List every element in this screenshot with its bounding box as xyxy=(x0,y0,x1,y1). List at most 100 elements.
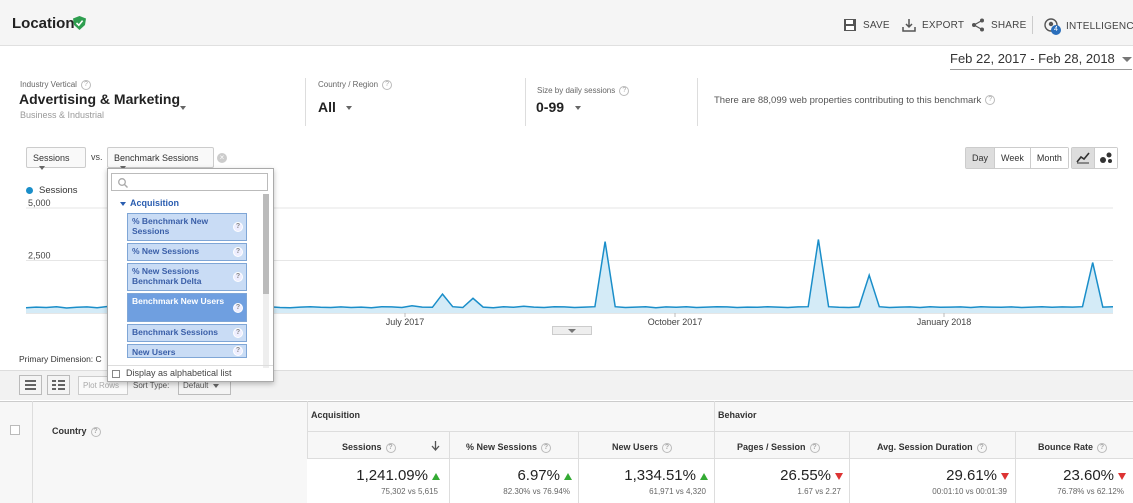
export-label: EXPORT xyxy=(922,19,965,31)
size-value[interactable]: 0-99 xyxy=(536,99,564,115)
new-users-column-header[interactable]: New Users? xyxy=(612,442,673,453)
comparison-view-button[interactable] xyxy=(47,375,70,395)
line-chart-button[interactable] xyxy=(1072,148,1095,168)
help-icon[interactable]: ? xyxy=(233,328,243,338)
pages-per-session-column-header[interactable]: Pages / Session? xyxy=(737,442,820,453)
share-button[interactable]: SHARE xyxy=(971,18,1026,32)
chevron-down-icon xyxy=(213,384,220,388)
metric-option-selected[interactable]: Benchmark New Users? xyxy=(127,293,247,322)
total-value: 26.55% xyxy=(780,467,843,484)
day-button[interactable]: Day xyxy=(966,148,996,168)
total-value: 23.60% xyxy=(1063,467,1126,484)
help-icon[interactable]: ? xyxy=(233,247,243,257)
bounce-rate-column-header[interactable]: Bounce Rate? xyxy=(1038,442,1108,453)
total-value: 1,241.09% xyxy=(356,467,440,484)
acquisition-category[interactable]: Acquisition xyxy=(120,198,179,208)
date-range-picker[interactable]: Feb 22, 2017 - Feb 28, 2018 xyxy=(950,51,1132,70)
motion-chart-button[interactable] xyxy=(1095,148,1117,168)
total-comparison: 1.67 vs 2.27 xyxy=(797,487,841,496)
help-icon[interactable]: ? xyxy=(382,80,393,90)
dropdown-scroll-thumb[interactable] xyxy=(263,194,269,294)
comparison-icon xyxy=(52,380,65,390)
help-icon[interactable]: ? xyxy=(976,442,987,453)
metric-option[interactable]: % New Sessions Benchmark Delta? xyxy=(127,263,247,291)
trend-down-icon xyxy=(835,472,843,480)
total-value: 1,334.51% xyxy=(624,467,708,484)
divider xyxy=(714,458,715,503)
help-icon[interactable]: ? xyxy=(233,346,243,356)
intelligence-label: INTELLIGENCE xyxy=(1066,20,1133,32)
chevron-down-icon xyxy=(1121,57,1132,63)
help-icon[interactable]: ? xyxy=(385,442,396,453)
metric-option[interactable]: New Users? xyxy=(127,344,247,358)
help-icon[interactable]: ? xyxy=(619,86,630,96)
week-button[interactable]: Week xyxy=(995,148,1031,168)
select-all-checkbox[interactable] xyxy=(10,425,20,435)
country-label: Country / Region? xyxy=(318,80,393,90)
save-button[interactable]: SAVE xyxy=(843,18,890,32)
total-value: 29.61% xyxy=(946,467,1009,484)
x-tick-label: July 2017 xyxy=(386,317,425,327)
intelligence-badge: 4 xyxy=(1051,25,1061,35)
size-dropdown-icon[interactable] xyxy=(575,106,581,110)
intelligence-button[interactable]: 4 INTELLIGENCE xyxy=(1044,18,1133,35)
country-dropdown-icon[interactable] xyxy=(346,106,352,110)
alphabetical-toggle[interactable]: Display as alphabetical list xyxy=(108,365,273,381)
help-icon[interactable]: ? xyxy=(809,442,820,453)
x-tick-label: October 2017 xyxy=(648,317,703,327)
month-button[interactable]: Month xyxy=(1030,148,1068,168)
trend-up-icon xyxy=(700,472,708,480)
share-label: SHARE xyxy=(991,19,1027,31)
toolbar-divider xyxy=(1032,16,1033,34)
help-icon[interactable]: ? xyxy=(233,222,243,232)
help-icon[interactable]: ? xyxy=(662,442,673,453)
total-comparison: 00:01:10 vs 00:01:39 xyxy=(932,487,1007,496)
save-label: SAVE xyxy=(863,19,890,31)
metric1-select[interactable]: Sessions xyxy=(26,147,86,170)
table-view-button[interactable] xyxy=(19,375,42,395)
help-icon[interactable]: ? xyxy=(233,272,243,282)
export-icon xyxy=(902,19,916,32)
alphabetical-checkbox[interactable] xyxy=(112,369,120,378)
divider xyxy=(849,458,850,503)
country-value[interactable]: All xyxy=(318,99,336,115)
sort-descending-icon[interactable] xyxy=(431,441,440,451)
help-icon[interactable]: ? xyxy=(541,442,552,453)
metric-option[interactable]: % New Sessions? xyxy=(127,243,247,261)
country-column-header[interactable]: Country? xyxy=(52,426,101,437)
trend-down-icon xyxy=(1118,472,1126,480)
help-icon[interactable]: ? xyxy=(233,302,243,313)
divider xyxy=(449,458,450,503)
expand-icon xyxy=(120,201,126,206)
total-comparison: 75,302 vs 5,615 xyxy=(381,487,438,496)
metric2-select[interactable]: Benchmark Sessions xyxy=(107,147,214,170)
help-icon[interactable]: ? xyxy=(1097,442,1108,453)
motion-chart-icon xyxy=(1100,152,1112,163)
metric-search-input[interactable] xyxy=(111,173,268,191)
industry-dropdown-icon[interactable] xyxy=(180,106,186,110)
clear-metric-icon[interactable]: × xyxy=(217,153,227,163)
new-sessions-pct-column-header[interactable]: % New Sessions? xyxy=(466,442,552,453)
divider xyxy=(305,78,306,126)
legend-swatch xyxy=(26,187,33,194)
help-icon[interactable]: ? xyxy=(90,426,101,437)
chart-collapse-handle[interactable] xyxy=(552,326,592,335)
page-title: Location xyxy=(12,15,75,32)
metric-option[interactable]: Benchmark Sessions? xyxy=(127,324,247,342)
trend-down-icon xyxy=(1001,472,1009,480)
industry-value[interactable]: Advertising & Marketing xyxy=(19,91,180,107)
total-comparison: 82.30% vs 76.94% xyxy=(503,487,570,496)
divider xyxy=(697,78,698,126)
export-button[interactable]: EXPORT xyxy=(902,18,964,32)
x-tick-label: January 2018 xyxy=(917,317,972,327)
line-chart-icon xyxy=(1076,152,1090,164)
sessions-column-header[interactable]: Sessions? xyxy=(342,442,396,453)
share-icon xyxy=(972,18,984,32)
metric-option[interactable]: % Benchmark New Sessions? xyxy=(127,213,247,241)
search-icon xyxy=(118,178,128,188)
help-icon[interactable]: ? xyxy=(80,80,91,90)
help-icon[interactable]: ? xyxy=(985,95,996,106)
avg-session-duration-column-header[interactable]: Avg. Session Duration? xyxy=(877,442,987,453)
chevron-down-icon xyxy=(39,166,45,170)
benchmark-note: There are 88,099 web properties contribu… xyxy=(714,95,996,106)
